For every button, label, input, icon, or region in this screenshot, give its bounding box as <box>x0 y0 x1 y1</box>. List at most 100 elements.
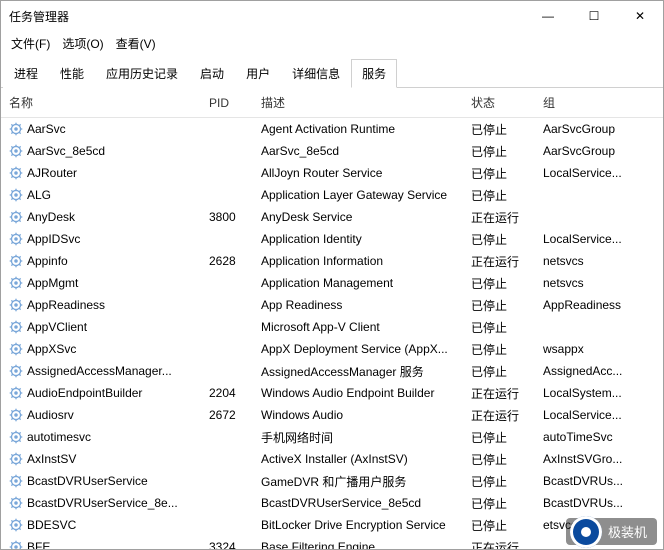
menubar: 文件(F) 选项(O) 查看(V) <box>1 31 663 58</box>
service-row[interactable]: AudioEndpointBuilder2204Windows Audio En… <box>1 382 663 404</box>
cell-status: 已停止 <box>463 119 535 140</box>
services-list[interactable]: AarSvcAgent Activation Runtime已停止AarSvcG… <box>1 118 663 549</box>
cell-desc: Base Filtering Engine <box>253 538 463 549</box>
service-row[interactable]: AarSvc_8e5cdAarSvc_8e5cd已停止AarSvcGroup <box>1 140 663 162</box>
cell-status: 已停止 <box>463 317 535 338</box>
service-gear-icon <box>9 298 23 312</box>
cell-name: BFE <box>1 538 201 549</box>
service-row[interactable]: AarSvcAgent Activation Runtime已停止AarSvcG… <box>1 118 663 140</box>
service-row[interactable]: AnyDesk3800AnyDesk Service正在运行 <box>1 206 663 228</box>
service-row[interactable]: AppIDSvcApplication Identity已停止LocalServ… <box>1 228 663 250</box>
cell-pid <box>201 303 253 307</box>
cell-name: AppReadiness <box>1 296 201 314</box>
service-gear-icon <box>9 408 23 422</box>
cell-group: LocalService... <box>535 164 643 182</box>
cell-desc: AnyDesk Service <box>253 208 463 226</box>
task-manager-window: 任务管理器 — ☐ ✕ 文件(F) 选项(O) 查看(V) 进程性能应用历史记录… <box>0 0 664 550</box>
service-row[interactable]: Appinfo2628Application Information正在运行ne… <box>1 250 663 272</box>
services-panel: 名称 PID 描述 状态 组 AarSvcAgent Activation Ru… <box>1 88 663 549</box>
cell-status: 已停止 <box>463 493 535 514</box>
header-pid[interactable]: PID <box>201 90 253 116</box>
cell-desc: Windows Audio <box>253 406 463 424</box>
cell-group: LocalSystem... <box>535 384 643 402</box>
cell-name: AarSvc <box>1 120 201 138</box>
tab-6[interactable]: 服务 <box>351 59 397 88</box>
minimize-button[interactable]: — <box>525 1 571 31</box>
cell-name: BDESVC <box>1 516 201 534</box>
service-gear-icon <box>9 452 23 466</box>
tab-3[interactable]: 启动 <box>189 59 235 88</box>
cell-desc: Application Information <box>253 252 463 270</box>
service-row[interactable]: AppMgmtApplication Management已停止netsvcs <box>1 272 663 294</box>
cell-status: 正在运行 <box>463 383 535 404</box>
cell-desc: Microsoft App-V Client <box>253 318 463 336</box>
service-row[interactable]: AppXSvcAppX Deployment Service (AppX...已… <box>1 338 663 360</box>
cell-status: 已停止 <box>463 339 535 360</box>
cell-group <box>535 215 643 219</box>
service-gear-icon <box>9 386 23 400</box>
cell-pid <box>201 501 253 505</box>
service-row[interactable]: AssignedAccessManager...AssignedAccessMa… <box>1 360 663 382</box>
cell-group <box>535 325 643 329</box>
service-row[interactable]: AJRouterAllJoyn Router Service已停止LocalSe… <box>1 162 663 184</box>
cell-group: AarSvcGroup <box>535 120 643 138</box>
cell-status: 已停止 <box>463 449 535 470</box>
watermark-logo-icon <box>570 516 602 548</box>
cell-pid <box>201 171 253 175</box>
cell-pid <box>201 457 253 461</box>
tab-0[interactable]: 进程 <box>3 59 49 88</box>
cell-name: AnyDesk <box>1 208 201 226</box>
menu-view[interactable]: 查看(V) <box>112 33 160 54</box>
cell-group: LocalService... <box>535 406 643 424</box>
cell-name: AssignedAccessManager... <box>1 362 201 380</box>
tab-1[interactable]: 性能 <box>49 59 95 88</box>
service-row[interactable]: ALGApplication Layer Gateway Service已停止 <box>1 184 663 206</box>
header-desc[interactable]: 描述 <box>253 88 463 117</box>
tab-bar: 进程性能应用历史记录启动用户详细信息服务 <box>1 58 663 88</box>
menu-file[interactable]: 文件(F) <box>7 33 54 54</box>
cell-name: Audiosrv <box>1 406 201 424</box>
cell-group: netsvcs <box>535 252 643 270</box>
cell-group: AppReadiness <box>535 296 643 314</box>
tab-2[interactable]: 应用历史记录 <box>95 59 189 88</box>
service-row[interactable]: BDESVCBitLocker Drive Encryption Service… <box>1 514 663 536</box>
service-gear-icon <box>9 144 23 158</box>
cell-status: 正在运行 <box>463 207 535 228</box>
close-button[interactable]: ✕ <box>617 1 663 31</box>
cell-pid <box>201 347 253 351</box>
cell-desc: 手机网络时间 <box>253 427 463 448</box>
tab-5[interactable]: 详细信息 <box>281 59 351 88</box>
service-row[interactable]: BcastDVRUserService_8e...BcastDVRUserSer… <box>1 492 663 514</box>
service-row[interactable]: AppVClientMicrosoft App-V Client已停止 <box>1 316 663 338</box>
header-group[interactable]: 组 <box>535 88 643 117</box>
service-row[interactable]: autotimesvc手机网络时间已停止autoTimeSvc <box>1 426 663 448</box>
cell-desc: AarSvc_8e5cd <box>253 142 463 160</box>
maximize-button[interactable]: ☐ <box>571 1 617 31</box>
header-status[interactable]: 状态 <box>463 88 535 117</box>
service-gear-icon <box>9 320 23 334</box>
cell-desc: ActiveX Installer (AxInstSV) <box>253 450 463 468</box>
service-row[interactable]: BFE3324Base Filtering Engine正在运行... <box>1 536 663 549</box>
cell-pid <box>201 369 253 373</box>
titlebar[interactable]: 任务管理器 — ☐ ✕ <box>1 1 663 31</box>
cell-name: BcastDVRUserService_8e... <box>1 494 201 512</box>
tab-4[interactable]: 用户 <box>235 59 281 88</box>
service-row[interactable]: Audiosrv2672Windows Audio正在运行LocalServic… <box>1 404 663 426</box>
service-row[interactable]: AxInstSVActiveX Installer (AxInstSV)已停止A… <box>1 448 663 470</box>
service-gear-icon <box>9 276 23 290</box>
cell-desc: GameDVR 和广播用户服务 <box>253 471 463 492</box>
cell-pid <box>201 149 253 153</box>
menu-options[interactable]: 选项(O) <box>58 33 107 54</box>
header-name[interactable]: 名称 <box>1 88 201 117</box>
service-row[interactable]: BcastDVRUserServiceGameDVR 和广播用户服务已停止Bca… <box>1 470 663 492</box>
service-gear-icon <box>9 254 23 268</box>
service-gear-icon <box>9 474 23 488</box>
cell-pid: 2672 <box>201 406 253 424</box>
cell-status: 已停止 <box>463 295 535 316</box>
cell-status: 已停止 <box>463 361 535 382</box>
service-gear-icon <box>9 364 23 378</box>
cell-pid <box>201 325 253 329</box>
service-row[interactable]: AppReadinessApp Readiness已停止AppReadiness <box>1 294 663 316</box>
cell-pid <box>201 281 253 285</box>
cell-group: AssignedAcc... <box>535 362 643 380</box>
